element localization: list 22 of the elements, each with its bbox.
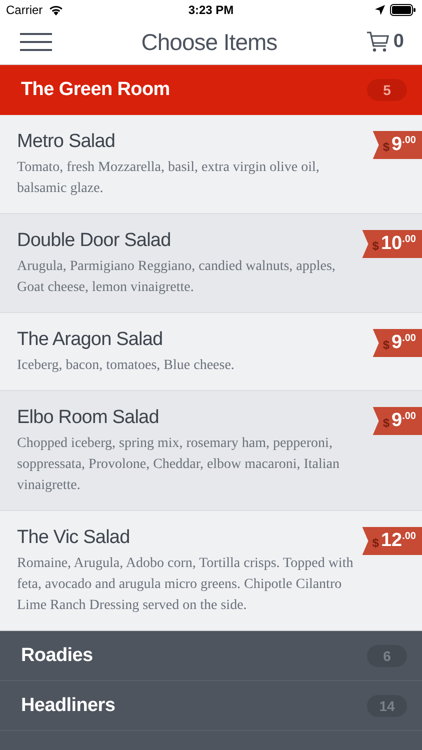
menu-button[interactable]	[20, 33, 52, 51]
wifi-icon	[48, 4, 64, 16]
count-badge: 6	[367, 644, 407, 666]
count-badge: 14	[367, 694, 407, 716]
item-description: Romaine, Arugula, Adobo corn, Tortilla crisps. Topped with feta, avocado and arugula micro greens. Chipotle Cilantro Lime Ranch Dressing served on the side.	[17, 555, 354, 615]
location-arrow-icon	[374, 5, 385, 15]
item-name: Double Door Salad	[17, 230, 172, 252]
carrier-label: Carrier	[6, 3, 43, 17]
cart-button[interactable]: 0	[366, 31, 404, 53]
item-name: Metro Salad	[17, 131, 116, 153]
battery-icon	[390, 4, 416, 16]
page-title: Choose Items	[141, 28, 278, 56]
item-description: Chopped iceberg, spring mix, rosemary ham, pepperoni, soppressata, Provolone, Cheddar, elbow macaroni, Italian vinaigrette.	[17, 435, 341, 495]
item-description: Tomato, fresh Mozzarella, basil, extra virgin olive oil, balsamic glaze.	[17, 159, 320, 198]
item-name: Elbo Room Salad	[17, 407, 160, 429]
clock-time: 3:23 PM	[188, 3, 234, 17]
item-name: The Aragon Salad	[17, 329, 164, 351]
count-badge: 5	[367, 79, 407, 101]
section-header[interactable]: The Green Room 5	[0, 65, 422, 115]
item-description: Arugula, Parmigiano Reggiano, candied walnuts, apples, Goat cheese, lemon vinaigrette.	[17, 258, 336, 297]
item-description: Iceberg, bacon, tomatoes, Blue cheese.	[17, 357, 236, 375]
item-name: The Vic Salad	[17, 527, 131, 549]
